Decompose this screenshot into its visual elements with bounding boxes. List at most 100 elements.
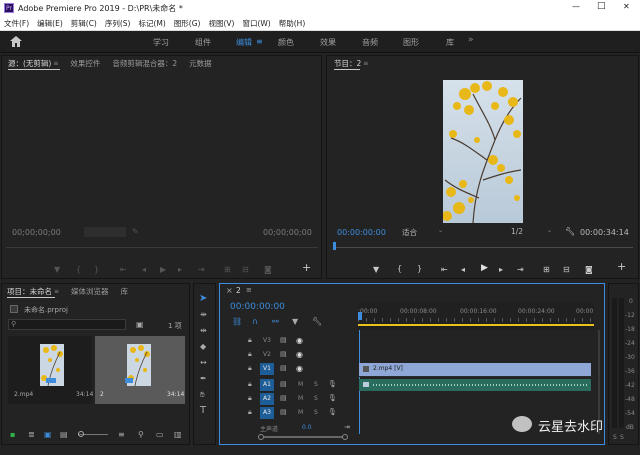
program-video-frame[interactable]	[443, 80, 523, 223]
tab-audio-clip-mixer[interactable]: 音频剪辑混合器：2	[106, 58, 183, 69]
go-to-in-icon[interactable]: ⇤	[120, 265, 127, 274]
track-a3-label[interactable]: A3	[260, 407, 274, 419]
trash-icon[interactable]: ▥	[174, 430, 182, 439]
workspace-graphics[interactable]: 图形	[403, 37, 419, 48]
track-v2-label[interactable]: V2	[263, 351, 271, 358]
tab-media-browser[interactable]: 媒体浏览器	[65, 286, 115, 297]
step-back-icon[interactable]: ◂	[142, 265, 146, 274]
icon-view-icon[interactable]: ▣	[44, 430, 52, 439]
tab-program[interactable]: 节目：2	[327, 58, 367, 69]
microphone-icon[interactable]: 🎙︎	[328, 394, 337, 403]
go-to-in-icon[interactable]: ⇤	[441, 265, 448, 274]
mark-out-icon[interactable]: }	[94, 265, 99, 274]
timeline-timecode[interactable]: 00:00:00:00	[230, 302, 285, 312]
step-forward-icon[interactable]: ▸	[499, 265, 503, 274]
menu-graphics[interactable]: 图形(G)	[170, 18, 205, 29]
mute-button[interactable]: M	[298, 395, 303, 402]
program-tab-menu-icon[interactable]: ≡	[363, 60, 368, 67]
sync-lock-icon[interactable]: ▤	[280, 408, 287, 417]
selection-tool-icon[interactable]: ➤	[199, 294, 207, 304]
source-tab-menu-icon[interactable]: ≡	[53, 60, 58, 67]
lock-track-icon[interactable]: 🔒︎	[248, 364, 252, 373]
go-to-out-icon[interactable]: ⇥	[198, 265, 205, 274]
add-marker-timeline-icon[interactable]: ▼	[292, 317, 298, 326]
microphone-icon[interactable]: 🎙︎	[328, 408, 337, 417]
overwrite-icon[interactable]: ⊟	[242, 265, 249, 274]
source-fit-dropdown[interactable]	[84, 227, 126, 237]
razor-tool-icon[interactable]: ◆	[200, 342, 206, 351]
new-folder-icon[interactable]: ▭	[156, 430, 164, 439]
program-fit-dropdown[interactable]: 适合 ⌄	[402, 227, 446, 237]
lock-track-icon[interactable]: 🔒︎	[248, 336, 252, 345]
timeline-close-icon[interactable]: ×	[226, 286, 233, 295]
wrench-icon[interactable]: ✎	[132, 227, 139, 236]
program-scrubber[interactable]	[333, 247, 633, 248]
scroll-handle-right[interactable]	[342, 434, 348, 440]
project-search-input[interactable]: ⚲	[8, 319, 126, 330]
linked-selection-icon[interactable]: ⚯	[272, 317, 279, 326]
menu-window[interactable]: 窗口(W)	[238, 18, 274, 29]
timeline-ruler[interactable]: :00:00 00:00:08:00 00:00:16:00 00:00:24:…	[358, 302, 594, 330]
source-scrubber[interactable]	[6, 247, 318, 248]
tab-libraries[interactable]: 库	[115, 286, 135, 297]
sync-lock-icon[interactable]: ▤	[280, 350, 287, 359]
track-a1-label[interactable]: A1	[260, 379, 274, 391]
solo-button[interactable]: S	[314, 409, 318, 416]
tab-project[interactable]: 项目：未命名	[2, 286, 58, 297]
master-track-value[interactable]: 0.0	[302, 424, 312, 431]
close-button[interactable]: ✕	[623, 2, 630, 11]
menu-view[interactable]: 视图(V)	[204, 18, 238, 29]
menu-clip[interactable]: 剪辑(C)	[67, 18, 101, 29]
lift-icon[interactable]: ⊞	[543, 265, 550, 274]
track-v3-label[interactable]: V3	[263, 337, 271, 344]
sort-icon[interactable]: ≡	[118, 430, 125, 439]
sync-lock-icon[interactable]: ▤	[280, 394, 287, 403]
project-tab-menu-icon[interactable]: ≡	[54, 288, 59, 295]
program-timecode[interactable]: 00:00:00:00	[337, 228, 386, 237]
lock-track-icon[interactable]: 🔒︎	[248, 408, 252, 417]
camera-icon[interactable]: ◙	[585, 265, 593, 274]
pen-tool-icon[interactable]: ✒	[200, 374, 207, 383]
menu-file[interactable]: 文件(F)	[0, 18, 33, 29]
timeline-playhead[interactable]	[358, 312, 362, 320]
export-frame-icon[interactable]: ◙	[264, 265, 272, 274]
ripple-edit-tool-icon[interactable]: ⇹	[200, 326, 207, 335]
sync-lock-icon[interactable]: ▤	[280, 364, 287, 373]
zoom-slider-handle[interactable]	[78, 431, 84, 437]
tab-effect-controls[interactable]: 效果控件	[64, 58, 106, 69]
timeline-tab-menu-icon[interactable]: ≡	[246, 286, 252, 294]
workspace-editing-menu-icon[interactable]: ≡	[256, 37, 263, 46]
workspace-learn[interactable]: 学习	[153, 37, 169, 48]
extract-icon[interactable]: ⊟	[563, 265, 570, 274]
play-icon[interactable]: ▶	[160, 265, 166, 274]
menu-sequence[interactable]: 序列(S)	[101, 18, 135, 29]
audio-clip[interactable]	[359, 379, 591, 391]
play-icon[interactable]: ▶	[481, 264, 488, 273]
eye-icon[interactable]: ◉	[296, 350, 303, 359]
menu-edit[interactable]: 编辑(E)	[33, 18, 67, 29]
insert-icon[interactable]: ⊞	[224, 265, 231, 274]
tab-source[interactable]: 源：(无剪辑)	[2, 58, 57, 69]
sync-lock-icon[interactable]: ▤	[280, 380, 287, 389]
workspace-audio[interactable]: 音频	[362, 37, 378, 48]
microphone-icon[interactable]: 🎙︎	[328, 380, 337, 389]
mark-out-icon[interactable]: }	[417, 264, 422, 273]
mute-button[interactable]: M	[298, 381, 303, 388]
home-icon[interactable]	[10, 36, 22, 47]
minimize-button[interactable]: —	[572, 2, 580, 11]
work-area-bar[interactable]	[358, 324, 594, 326]
tab-metadata[interactable]: 元数据	[183, 58, 218, 69]
solo-button[interactable]: S	[314, 381, 318, 388]
workspace-assembly[interactable]: 组件	[195, 37, 211, 48]
program-resolution-dropdown[interactable]: 1/2 ⌄	[511, 227, 555, 237]
workspace-editing[interactable]: 编辑	[236, 37, 252, 48]
mute-button[interactable]: M	[298, 409, 303, 416]
eye-icon[interactable]: ◉	[296, 336, 303, 345]
maximize-button[interactable]: □	[597, 1, 606, 11]
nest-icon[interactable]: ⛓︎	[232, 317, 242, 326]
video-clip[interactable]: 2.mp4 [V]	[359, 363, 591, 376]
timeline-h-scrollbar[interactable]	[258, 434, 348, 440]
track-a2-label[interactable]: A2	[260, 393, 274, 405]
menu-help[interactable]: 帮助(H)	[275, 18, 310, 29]
track-v1-label[interactable]: V1	[260, 363, 274, 375]
